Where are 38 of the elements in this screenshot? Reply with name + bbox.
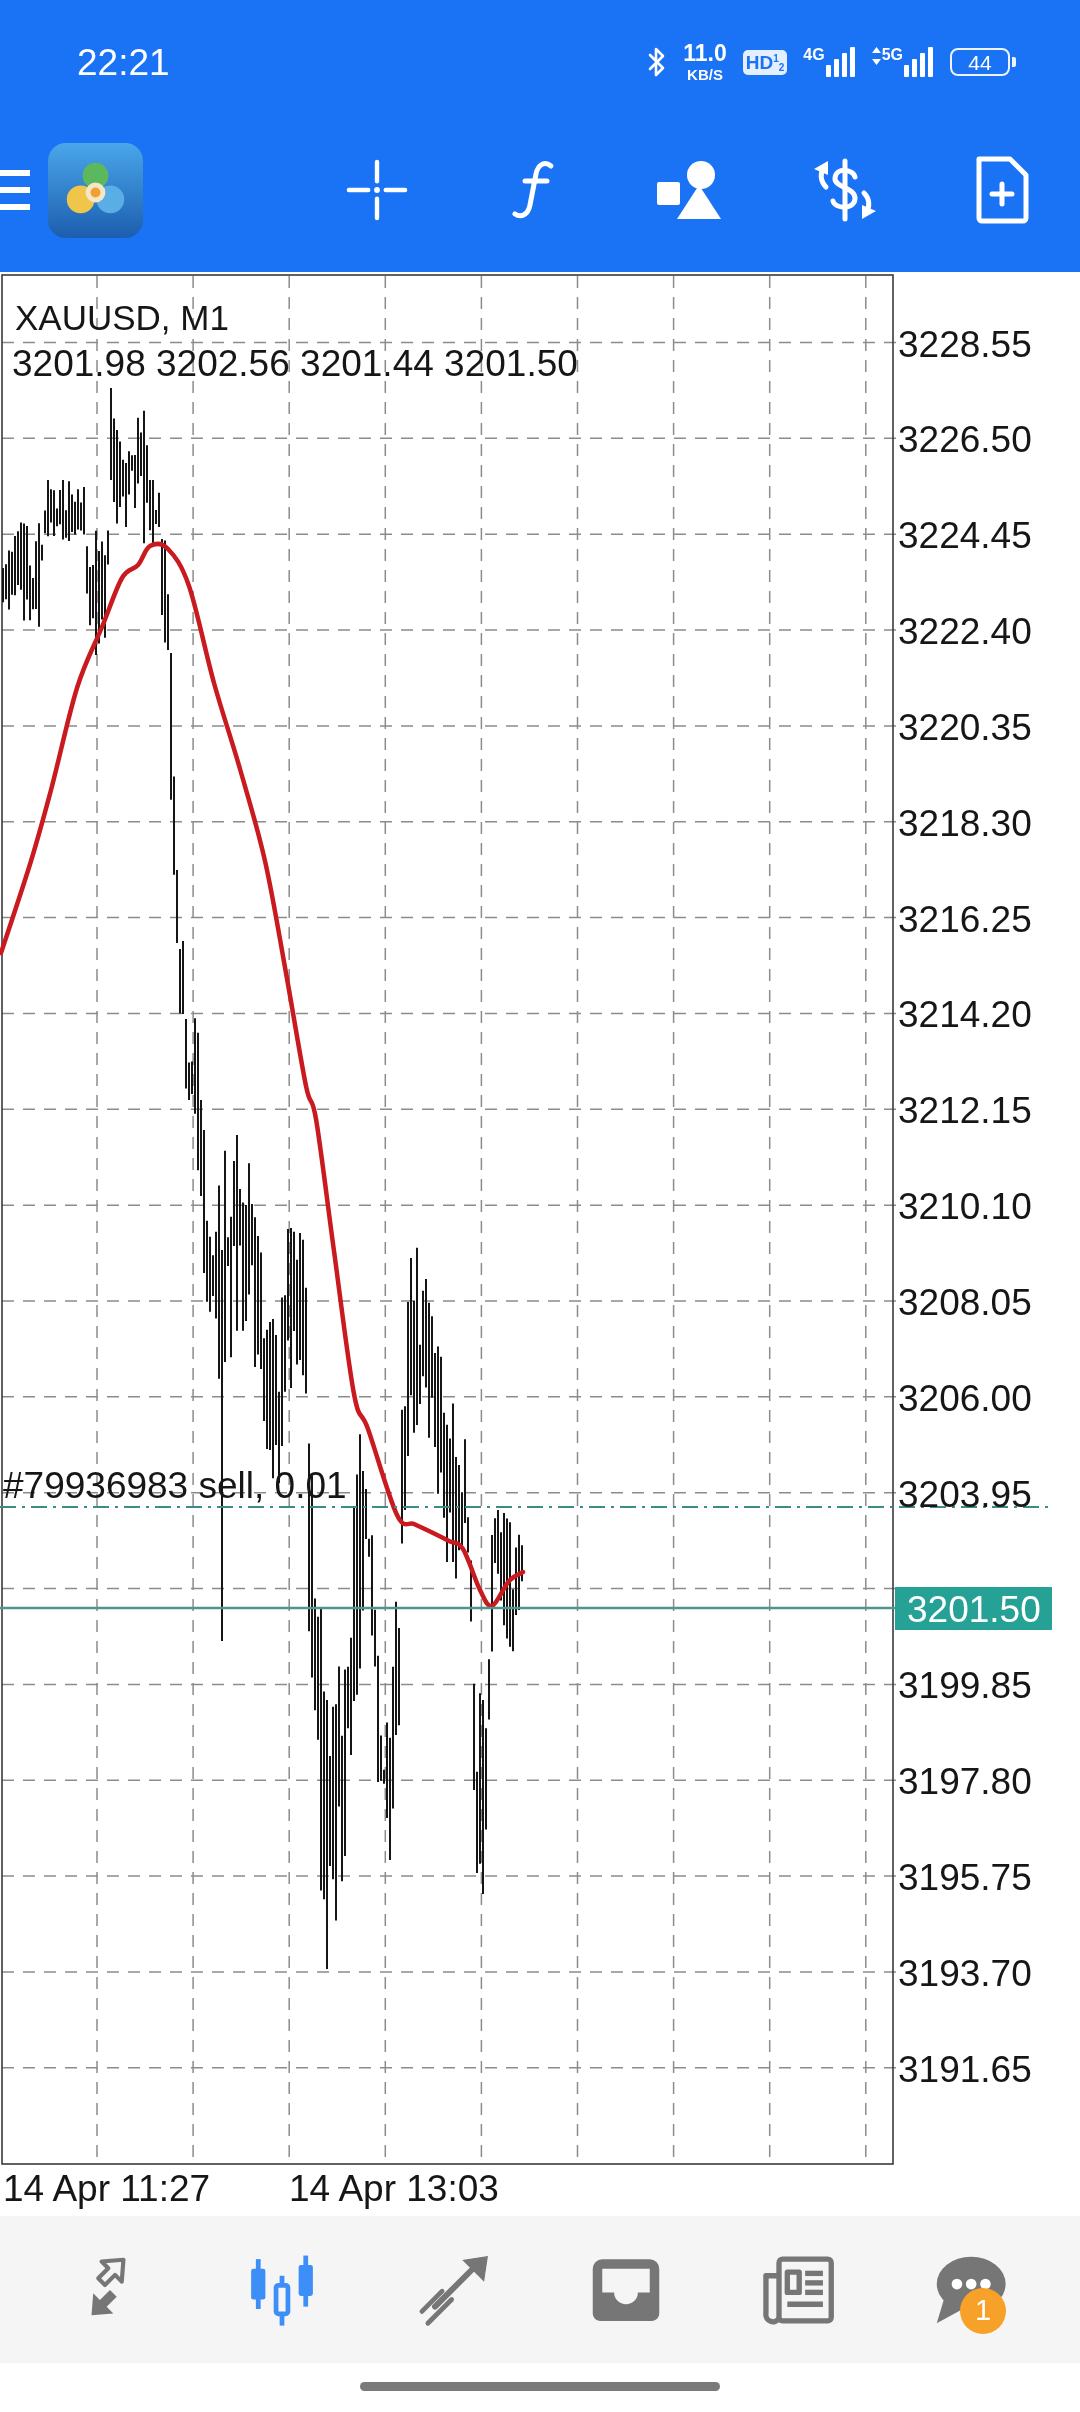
- app-logo-icon: [48, 142, 143, 238]
- signal-icon: [904, 47, 934, 77]
- network-speed: 11.0: [683, 42, 727, 65]
- price-axis-label: 3195.75: [898, 1857, 1032, 1899]
- price-axis-label: 3210.10: [898, 1186, 1032, 1228]
- price-axis-label: 3224.45: [898, 515, 1032, 557]
- function-icon[interactable]: [511, 159, 555, 221]
- network-type-label: 4G: [803, 47, 825, 63]
- price-axis-label: 3199.85: [898, 1665, 1032, 1707]
- shapes-icon[interactable]: [656, 160, 722, 220]
- battery-indicator: 44: [950, 48, 1016, 76]
- price-axis-label: 3203.95: [898, 1473, 1032, 1515]
- network-type-label: 5G: [881, 47, 903, 63]
- data-arrows-icon: [871, 47, 881, 65]
- price-axis-label: 3193.70: [898, 1952, 1032, 1994]
- time-axis-label: 14 Apr 11:27: [3, 2168, 211, 2209]
- price-axis-label: 3212.15: [898, 1090, 1032, 1132]
- current-price-tag: 3201.50: [895, 1587, 1052, 1630]
- price-axis-label: 3208.05: [898, 1282, 1032, 1323]
- price-axis-label: 3214.20: [898, 994, 1032, 1036]
- price-axis-label: 3228.55: [898, 323, 1032, 365]
- price-axis-label: 3220.35: [898, 706, 1032, 748]
- price-axis-label: 3206.00: [898, 1377, 1032, 1419]
- price-axis-label: 3191.65: [898, 2048, 1032, 2090]
- symbol-title: XAUUSD, M1: [15, 298, 229, 337]
- price-axis-label: 3222.40: [898, 611, 1032, 653]
- signal-icon: [825, 47, 856, 77]
- status-time: 22:21: [77, 43, 170, 81]
- menu-icon[interactable]: [0, 170, 30, 210]
- nav-tab[interactable]: 1: [920, 2239, 1020, 2340]
- price-axis-label: 3216.25: [898, 898, 1032, 940]
- crosshair-icon[interactable]: [346, 159, 408, 221]
- price-axis-label: 3218.30: [898, 802, 1032, 844]
- price-axis-label: 3197.80: [898, 1761, 1032, 1803]
- price-axis-label: 3226.50: [898, 419, 1032, 461]
- speed-unit: KB/S: [687, 67, 723, 82]
- ohlc-values: 3201.98 3202.56 3201.44 3201.50: [12, 343, 578, 384]
- time-axis-label: 14 Apr 13:03: [289, 2168, 499, 2209]
